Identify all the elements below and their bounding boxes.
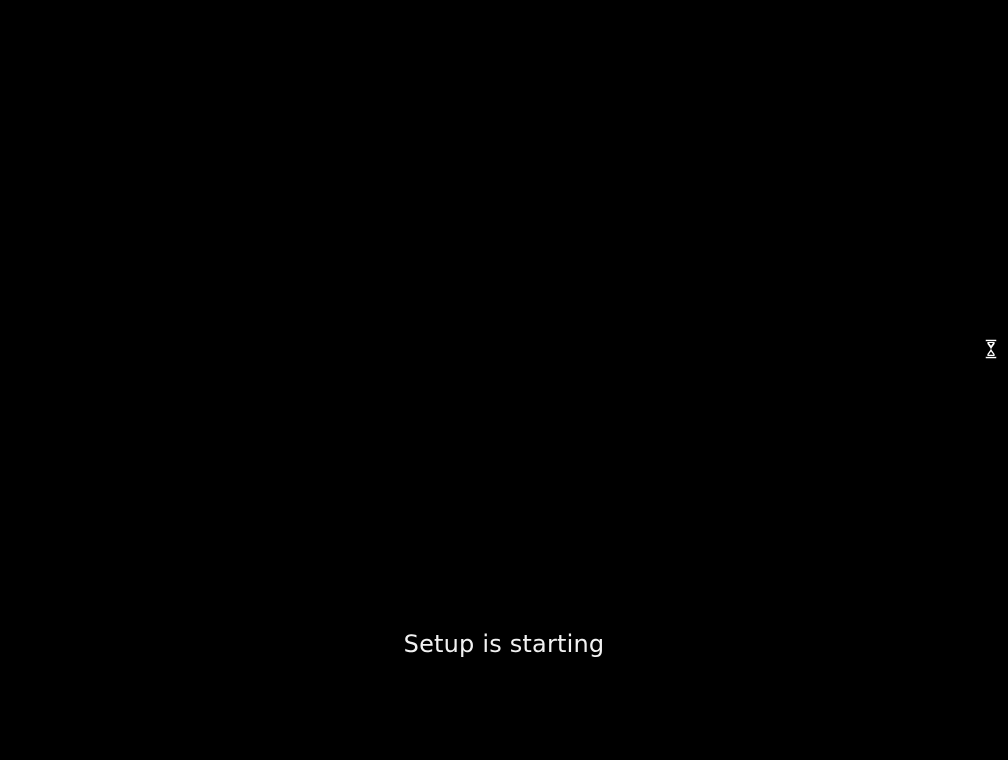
setup-screen: Setup is starting xyxy=(0,0,1008,760)
hourglass-icon xyxy=(985,339,997,359)
setup-status-text: Setup is starting xyxy=(403,630,605,658)
